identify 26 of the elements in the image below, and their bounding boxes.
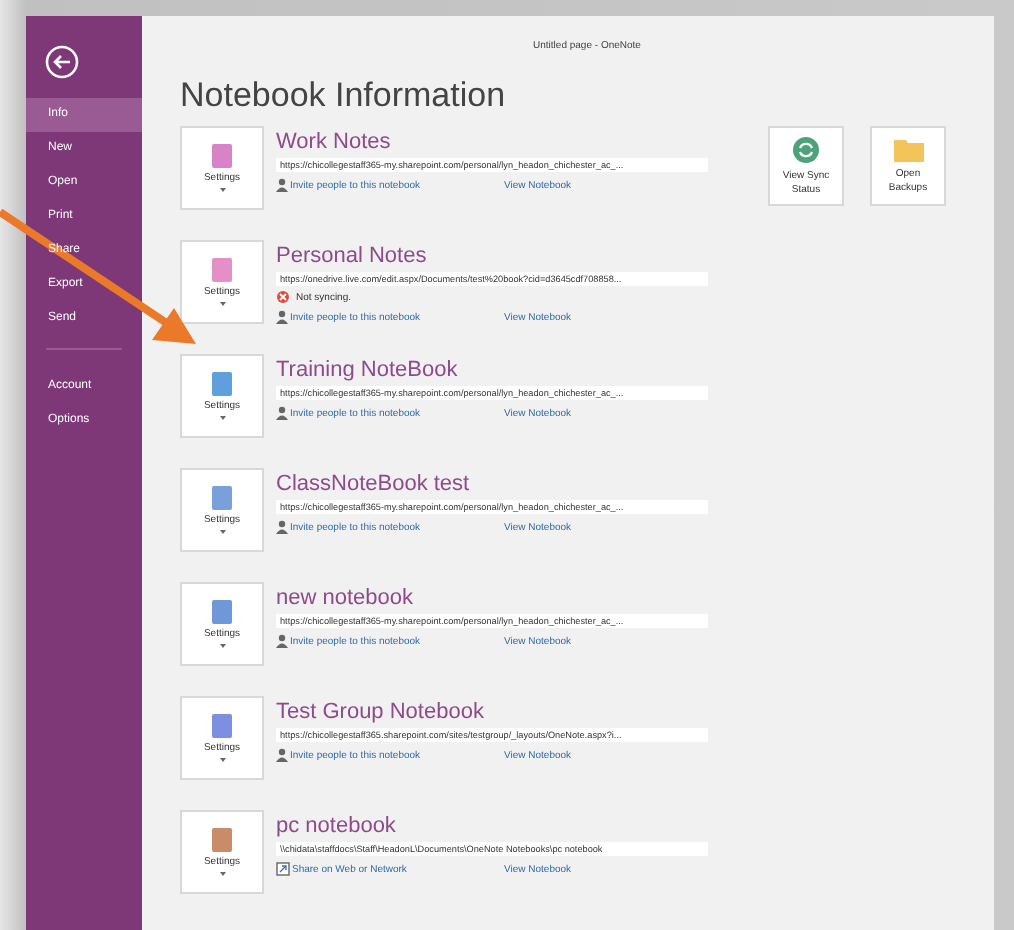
person-icon xyxy=(276,406,288,420)
person-icon xyxy=(276,178,288,192)
share-icon xyxy=(276,862,290,876)
notebook-name: pc notebook xyxy=(276,814,398,838)
not-syncing-icon xyxy=(276,290,290,304)
caret-icon xyxy=(219,416,225,420)
notebook-name: Training NoteBook xyxy=(276,358,460,382)
notebook-name: Test Group Notebook xyxy=(276,700,486,724)
caret-icon xyxy=(219,302,225,306)
caret-icon xyxy=(219,188,225,192)
person-icon xyxy=(276,748,288,762)
person-icon xyxy=(276,634,288,648)
caret-icon xyxy=(219,644,225,648)
notebook-name: Personal Notes xyxy=(276,244,429,268)
folder-icon xyxy=(893,138,923,162)
notebook-name: ClassNoteBook test xyxy=(276,472,472,496)
caret-icon xyxy=(219,758,225,762)
sync-icon xyxy=(792,136,820,164)
caret-icon xyxy=(219,872,225,876)
notebook-name: new notebook xyxy=(276,586,415,610)
caret-icon xyxy=(219,530,225,534)
person-icon xyxy=(276,310,288,324)
back-icon[interactable] xyxy=(44,44,80,80)
notebook-name: Work Notes xyxy=(276,130,393,154)
page-heading: Notebook Information xyxy=(180,76,508,116)
person-icon xyxy=(276,520,288,534)
